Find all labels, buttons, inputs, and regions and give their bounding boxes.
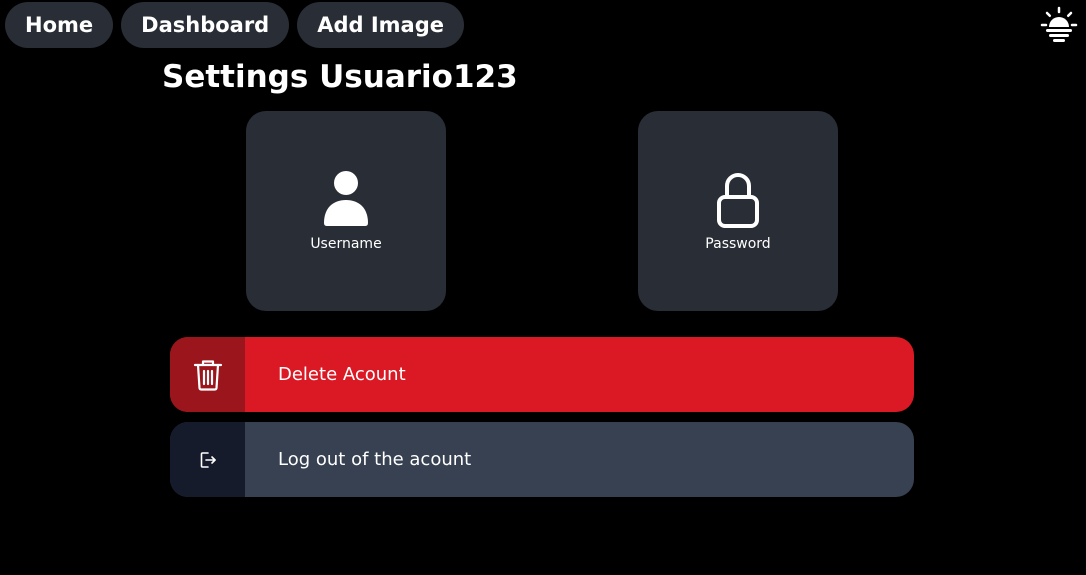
logout-icon-box bbox=[170, 422, 245, 497]
username-label: Username bbox=[310, 236, 382, 252]
password-label: Password bbox=[705, 236, 771, 252]
delete-icon-box bbox=[170, 337, 245, 412]
page-title: Settings Usuario123 bbox=[162, 59, 518, 95]
user-icon bbox=[324, 171, 368, 226]
delete-account-button[interactable]: Delete Acount bbox=[170, 337, 914, 412]
trash-icon bbox=[193, 359, 222, 391]
top-nav: Home Dashboard Add Image bbox=[5, 2, 464, 48]
add-image-button[interactable]: Add Image bbox=[297, 2, 464, 48]
logout-button[interactable]: Log out of the acount bbox=[170, 422, 914, 497]
logout-label: Log out of the acount bbox=[278, 449, 472, 470]
logout-icon bbox=[200, 451, 216, 468]
lock-icon bbox=[717, 173, 759, 228]
sun-icon bbox=[1040, 6, 1078, 42]
username-card[interactable]: Username bbox=[246, 111, 446, 311]
home-button[interactable]: Home bbox=[5, 2, 114, 48]
settings-page: Home Dashboard Add Image Settings Usuari… bbox=[0, 0, 1086, 575]
delete-account-label: Delete Acount bbox=[278, 364, 406, 385]
dashboard-button[interactable]: Dashboard bbox=[121, 2, 290, 48]
theme-toggle-button[interactable] bbox=[1040, 6, 1078, 44]
password-card[interactable]: Password bbox=[638, 111, 838, 311]
